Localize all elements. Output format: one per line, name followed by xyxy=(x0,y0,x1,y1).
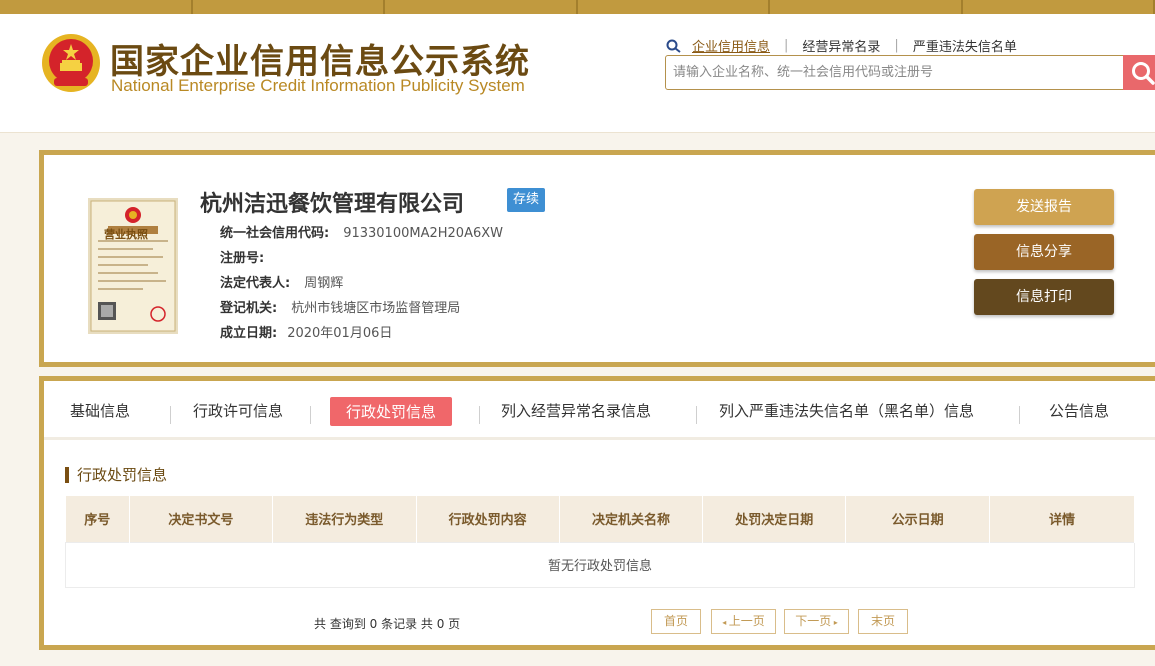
col-header: 详情 xyxy=(989,496,1135,542)
search-button[interactable] xyxy=(1123,55,1155,90)
col-header: 序号 xyxy=(65,496,130,542)
tab-announcements[interactable]: 公告信息 xyxy=(1049,400,1109,421)
col-header: 决定机关名称 xyxy=(559,496,704,542)
site-header: 国家企业信用信息公示系统 National Enterprise Credit … xyxy=(0,14,1155,133)
search-icon xyxy=(1132,61,1155,85)
section-title: 行政处罚信息 xyxy=(65,467,167,483)
info-value: 2020年01月06日 xyxy=(287,326,393,341)
penalty-table: 序号 决定书文号 违法行为类型 行政处罚内容 决定机关名称 处罚决定日期 公示日… xyxy=(65,496,1135,588)
business-license-image xyxy=(88,198,178,334)
info-label: 法定代表人: xyxy=(220,276,291,291)
info-row-est-date: 成立日期: 2020年01月06日 xyxy=(220,322,392,341)
pager-next-button[interactable]: 下一页 ▸ xyxy=(784,609,849,634)
info-tabs: 基础信息 行政许可信息 行政处罚信息 列入经营异常名录信息 列入严重违法失信名单… xyxy=(44,381,1155,440)
top-stripe xyxy=(0,0,1155,14)
nav-link-blacklist[interactable]: 严重违法失信名单 xyxy=(913,36,1017,55)
info-row-reg-no: 注册号: xyxy=(220,247,278,266)
search-input[interactable] xyxy=(666,56,1124,89)
empty-message: 暂无行政处罚信息 xyxy=(65,541,1135,588)
info-value: 杭州市钱塘区市场监督管理局 xyxy=(291,301,461,316)
info-value: 91330100MA2H20A6XW xyxy=(343,226,503,241)
info-label: 统一社会信用代码: xyxy=(220,226,330,241)
col-header: 行政处罚内容 xyxy=(416,496,560,542)
pager-first-button[interactable]: 首页 xyxy=(651,609,701,634)
tab-admin-penalty[interactable]: 行政处罚信息 xyxy=(330,397,453,426)
status-badge: 存续 xyxy=(507,188,546,212)
site-title-en: National Enterprise Credit Information P… xyxy=(111,76,525,95)
table-row: 暂无行政处罚信息 xyxy=(65,541,1135,588)
nav-link-credit-info[interactable]: 企业信用信息 xyxy=(692,36,770,55)
pager-prev-label: 上一页 xyxy=(728,614,765,628)
nav-link-abnormal-list[interactable]: 经营异常名录 xyxy=(802,36,880,55)
send-report-button[interactable]: 发送报告 xyxy=(974,189,1114,225)
company-card: 营业执照 杭州洁迅餐饮管理有限公司 存续 统一社会信用代码: 91330100MA… xyxy=(39,150,1155,367)
nav-separator: | xyxy=(894,38,899,53)
col-header: 违法行为类型 xyxy=(272,496,417,542)
tab-basic-info[interactable]: 基础信息 xyxy=(70,400,130,421)
col-header: 公示日期 xyxy=(845,496,991,542)
tab-separator xyxy=(170,406,171,424)
detail-panel: 基础信息 行政许可信息 行政处罚信息 列入经营异常名录信息 列入严重违法失信名单… xyxy=(39,376,1155,650)
tab-separator xyxy=(310,406,311,424)
tab-separator xyxy=(696,406,697,424)
col-header: 处罚决定日期 xyxy=(702,496,847,542)
tab-admin-license[interactable]: 行政许可信息 xyxy=(193,400,283,421)
tab-separator xyxy=(479,406,480,424)
pager-last-button[interactable]: 末页 xyxy=(858,609,908,634)
col-header: 决定书文号 xyxy=(129,496,273,542)
search-box xyxy=(665,55,1125,90)
info-label: 注册号: xyxy=(220,251,265,266)
nav-separator: | xyxy=(784,38,789,53)
national-emblem-icon xyxy=(42,34,100,92)
top-nav-links: 企业信用信息 | 经营异常名录 | 严重违法失信名单 xyxy=(666,36,1017,55)
pager-prev-button[interactable]: ◂ 上一页 xyxy=(711,609,776,634)
info-row-legal-rep: 法定代表人: 周钢辉 xyxy=(220,272,343,291)
license-label: 营业执照 xyxy=(104,228,148,241)
share-info-button[interactable]: 信息分享 xyxy=(974,234,1114,270)
info-row-credit-code: 统一社会信用代码: 91330100MA2H20A6XW xyxy=(220,222,503,241)
info-label: 成立日期: xyxy=(220,326,278,341)
table-header-row: 序号 决定书文号 违法行为类型 行政处罚内容 决定机关名称 处罚决定日期 公示日… xyxy=(65,496,1135,542)
pager-next-label: 下一页 xyxy=(795,614,832,628)
print-info-button[interactable]: 信息打印 xyxy=(974,279,1114,315)
company-name: 杭州洁迅餐饮管理有限公司 xyxy=(200,192,465,217)
chevron-right-icon: ▸ xyxy=(831,618,838,627)
info-row-reg-authority: 登记机关: 杭州市钱塘区市场监督管理局 xyxy=(220,297,460,316)
info-label: 登记机关: xyxy=(220,301,278,316)
pager-summary: 共 查询到 0 条记录 共 0 页 xyxy=(314,617,461,631)
info-value: 周钢辉 xyxy=(304,276,344,291)
tab-abnormal-list[interactable]: 列入经营异常名录信息 xyxy=(501,400,651,421)
magnifier-icon xyxy=(666,39,681,53)
tab-blacklist[interactable]: 列入严重违法失信名单（黑名单）信息 xyxy=(719,400,974,421)
tab-separator xyxy=(1019,406,1020,424)
